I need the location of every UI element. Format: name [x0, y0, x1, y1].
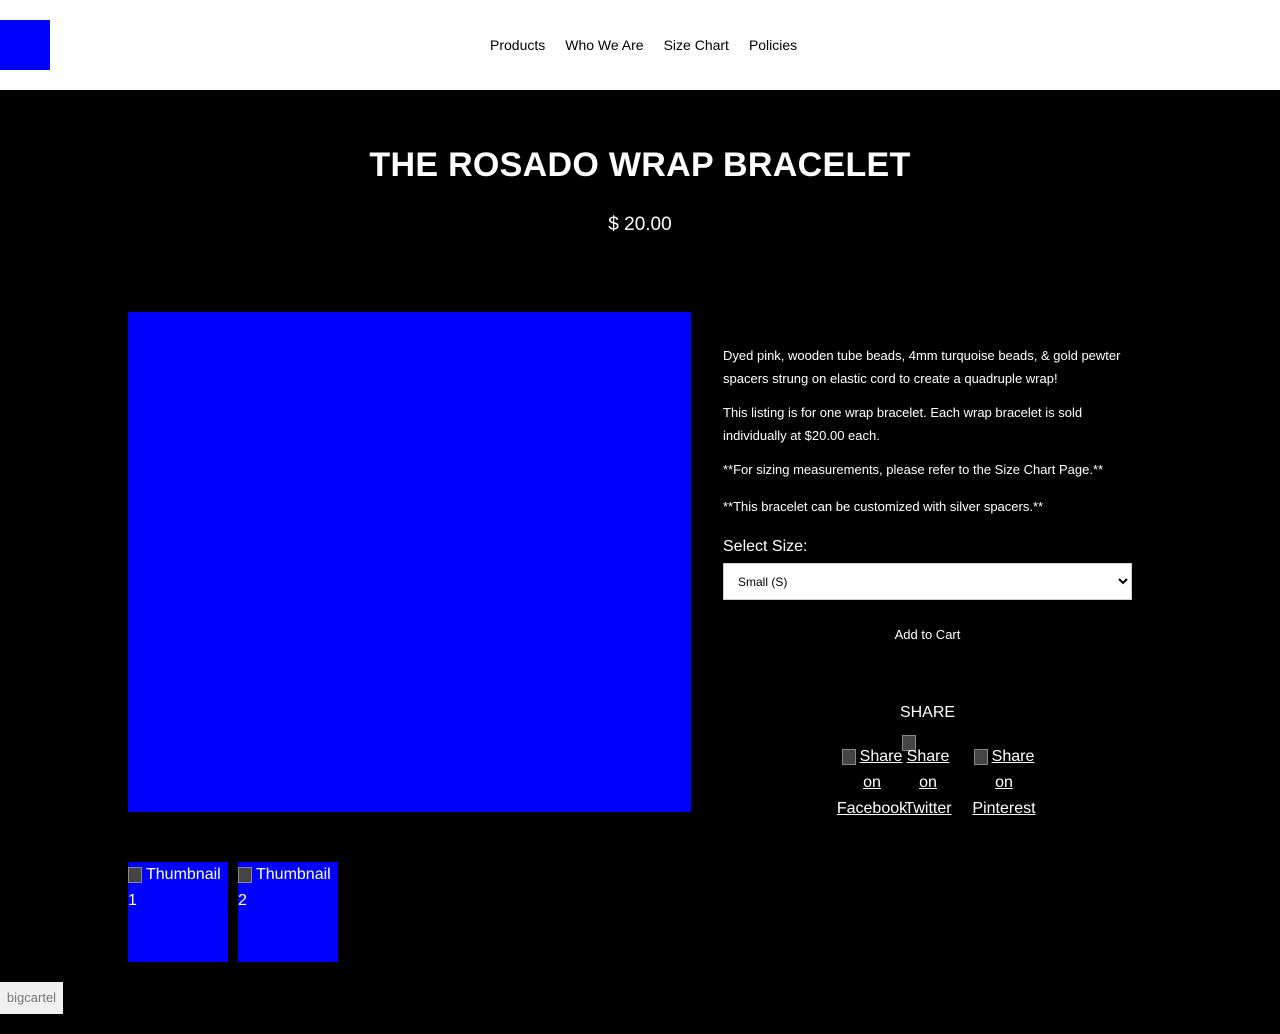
thumbnail-2[interactable]: Thumbnail 2	[238, 862, 338, 962]
share-twitter-label: Share on Twitter	[904, 748, 952, 817]
product-price: $ 20.00	[608, 214, 672, 235]
broken-image-icon	[973, 749, 988, 765]
thumbnail-1[interactable]: Thumbnail 1	[128, 862, 228, 962]
description-paragraph: **This bracelet can be customized with s…	[723, 499, 1044, 514]
site-logo[interactable]	[0, 20, 50, 70]
bigcartel-badge[interactable]: bigcartel	[0, 982, 63, 1014]
share-facebook-button[interactable]: Share on Facebook	[836, 744, 908, 822]
broken-image-icon	[238, 867, 252, 883]
add-to-cart-button[interactable]: Add to Cart	[723, 620, 1132, 648]
main-nav: Products Who We Are Size Chart Policies	[490, 36, 797, 54]
description-paragraph: This listing is for one wrap bracelet. E…	[723, 405, 1083, 443]
size-select[interactable]: Small (S)	[723, 563, 1132, 600]
site-header: Products Who We Are Size Chart Policies	[0, 0, 1280, 90]
nav-products[interactable]: Products	[490, 36, 545, 54]
nav-size-chart[interactable]: Size Chart	[664, 36, 729, 54]
description-paragraph: **For sizing measurements, please refer …	[723, 462, 1104, 477]
broken-image-icon	[128, 867, 142, 883]
product-title: THE ROSADO WRAP BRACELET	[369, 146, 911, 184]
size-select-label: Select Size:	[723, 538, 808, 555]
share-twitter-button[interactable]: Share on Twitter	[903, 744, 953, 822]
product-main-image[interactable]	[128, 312, 691, 812]
share-label: SHARE	[899, 704, 956, 721]
broken-image-icon	[841, 749, 856, 765]
nav-policies[interactable]: Policies	[749, 36, 797, 54]
product-description: Dyed pink, wooden tube beads, 4mm turquo…	[723, 344, 1143, 529]
share-pinterest-button[interactable]: Share on Pinterest	[969, 744, 1039, 822]
description-paragraph: Dyed pink, wooden tube beads, 4mm turquo…	[723, 348, 1121, 386]
nav-who-we-are[interactable]: Who We Are	[565, 36, 643, 54]
